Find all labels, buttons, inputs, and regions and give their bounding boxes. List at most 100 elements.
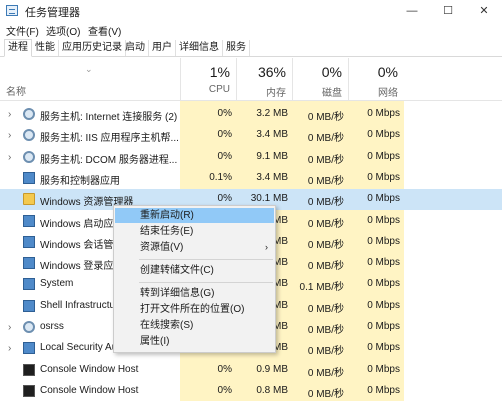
ctx-end-task[interactable]: 结束任务(E) xyxy=(115,224,274,239)
process-memory: 9.1 MB xyxy=(256,150,288,162)
cpu-total: 1% xyxy=(209,64,230,80)
process-memory: 3.4 MB xyxy=(256,129,288,141)
process-network: 0 Mbps xyxy=(367,342,400,354)
process-name: Local Security Au xyxy=(40,342,118,354)
process-cpu: 0.1% xyxy=(209,171,232,183)
ctx-go-to-details[interactable]: 转到详细信息(G) xyxy=(115,286,274,301)
process-cpu: 0% xyxy=(217,150,232,162)
process-cpu: 0% xyxy=(217,193,232,205)
process-disk: 0 MB/秒 xyxy=(307,261,344,273)
ctx-search-online[interactable]: 在线搜索(S) xyxy=(115,318,274,333)
app-icon xyxy=(23,235,35,248)
ctx-resource-values[interactable]: 资源值(V) › xyxy=(115,240,274,255)
expand-chevron-icon[interactable]: › xyxy=(8,152,11,163)
process-name: Console Window Host xyxy=(40,384,139,396)
ctx-item-label: 重新启动(R) xyxy=(140,210,194,221)
tab-bar: 进程 性能 应用历史记录 启动 用户 详细信息 服务 xyxy=(0,38,502,57)
app-icon xyxy=(23,299,35,312)
ctx-item-label: 结束任务(E) xyxy=(140,226,194,237)
menu-options[interactable]: 选项(O) xyxy=(46,23,80,38)
menu-view[interactable]: 查看(V) xyxy=(88,23,121,38)
expand-chevron-icon[interactable]: › xyxy=(8,109,11,120)
process-disk: 0 MB/秒 xyxy=(307,175,344,187)
app-icon xyxy=(23,278,35,291)
process-name: 服务主机: Internet 连接服务 (2) xyxy=(40,112,178,123)
column-network[interactable]: 0% 网络 xyxy=(348,58,404,100)
process-disk: 0 MB/秒 xyxy=(307,367,344,379)
app-icon xyxy=(23,171,35,184)
tab-details[interactable]: 详细信息 xyxy=(176,40,223,56)
expand-chevron-icon[interactable]: › xyxy=(8,130,11,141)
task-manager-icon xyxy=(6,5,18,16)
process-name: Shell Infrastructu xyxy=(40,299,116,311)
process-name: Console Window Host xyxy=(40,363,139,375)
process-disk: 0 MB/秒 xyxy=(307,112,344,123)
tab-users[interactable]: 用户 xyxy=(149,40,176,56)
gear-icon xyxy=(23,129,35,142)
ctx-item-label: 属性(I) xyxy=(140,336,170,347)
process-network: 0 Mbps xyxy=(367,278,400,290)
process-memory: 0.8 MB xyxy=(256,384,288,396)
menu-file[interactable]: 文件(F) xyxy=(6,23,39,38)
expand-chevron-icon[interactable]: › xyxy=(8,322,11,333)
menu-bar: 文件(F) 选项(O) 查看(V) xyxy=(0,22,502,38)
process-row[interactable]: Console Window Host 0% 0.8 MB 0 MB/秒 0 Mbps xyxy=(0,381,502,402)
ctx-item-label: 资源值(V) xyxy=(140,242,184,253)
gear-icon xyxy=(23,108,35,120)
close-button[interactable]: ✕ xyxy=(466,0,502,22)
process-network: 0 Mbps xyxy=(367,214,400,226)
app-icon xyxy=(23,257,35,270)
ctx-create-dump[interactable]: 创建转储文件(C) xyxy=(115,263,274,278)
column-cpu[interactable]: 1% CPU xyxy=(180,58,236,100)
ctx-item-label: 转到详细信息(G) xyxy=(140,288,215,299)
network-label: 网络 xyxy=(378,88,398,99)
ctx-open-file-location[interactable]: 打开文件所在的位置(O) xyxy=(115,302,274,317)
process-name: osrss xyxy=(40,321,64,332)
process-name: System xyxy=(40,278,74,290)
memory-label: 内存 xyxy=(266,88,286,99)
process-network: 0 Mbps xyxy=(367,299,400,311)
gear-icon xyxy=(23,150,35,163)
column-name[interactable]: 名称 xyxy=(6,83,26,98)
ctx-separator xyxy=(139,282,273,283)
window-title: 任务管理器 xyxy=(25,7,80,19)
cpu-label: CPU xyxy=(208,84,230,95)
network-total: 0% xyxy=(377,64,398,80)
process-row[interactable]: › 服务主机: IIS 应用程序主机帮... 0% 3.4 MB 0 MB/秒 0 Mbp… xyxy=(0,125,502,146)
column-disk[interactable]: 0% 磁盘 xyxy=(292,58,348,100)
process-name: Windows 会话管理 xyxy=(40,239,124,251)
ctx-restart[interactable]: 重新启动(R) xyxy=(115,208,274,223)
process-name: 服务和控制器应用 xyxy=(40,175,120,187)
ctx-item-label: 创建转储文件(C) xyxy=(140,265,214,276)
process-network: 0 Mbps xyxy=(367,108,400,119)
process-disk: 0.1 MB/秒 xyxy=(299,282,344,294)
process-network: 0 Mbps xyxy=(367,384,400,396)
ctx-properties[interactable]: 属性(I) xyxy=(115,334,274,349)
process-disk: 0 MB/秒 xyxy=(307,303,344,315)
title-bar: 任务管理器 — ☐ ✕ xyxy=(0,0,502,22)
process-row[interactable]: › 服务主机: Internet 连接服务 (2) 0% 3.2 MB 0 MB/秒 0 … xyxy=(0,104,502,125)
process-cpu: 0% xyxy=(217,129,232,141)
tab-startup[interactable]: 启动 xyxy=(122,40,149,56)
tab-services[interactable]: 服务 xyxy=(223,40,250,56)
column-memory[interactable]: 36% 内存 xyxy=(236,58,292,100)
process-row[interactable]: Console Window Host 0% 0.9 MB 0 MB/秒 0 Mbps xyxy=(0,360,502,381)
process-memory: 0.9 MB xyxy=(256,363,288,375)
process-row[interactable]: › 服务主机: DCOM 服务器进程... 0% 9.1 MB 0 MB/秒 0 Mbps xyxy=(0,147,502,168)
context-menu: 重新启动(R) 结束任务(E) 资源值(V) › 创建转储文件(C) 转到详细信息(G) 打… xyxy=(113,205,276,353)
memory-total: 36% xyxy=(257,64,286,80)
process-cpu: 0% xyxy=(217,108,232,119)
ctx-item-label: 在线搜索(S) xyxy=(140,320,194,331)
process-disk: 0 MB/秒 xyxy=(307,154,344,166)
process-network: 0 Mbps xyxy=(367,171,400,183)
minimize-button[interactable]: — xyxy=(394,0,430,22)
ctx-separator xyxy=(139,259,273,260)
tab-app-history[interactable]: 应用历史记录 xyxy=(59,40,126,56)
process-network: 0 Mbps xyxy=(367,150,400,162)
tab-processes[interactable]: 进程 xyxy=(4,39,32,57)
tab-performance[interactable]: 性能 xyxy=(32,40,59,56)
process-row[interactable]: 服务和控制器应用 0.1% 3.4 MB 0 MB/秒 0 Mbps xyxy=(0,168,502,189)
expand-chevron-icon[interactable]: › xyxy=(8,343,11,354)
maximize-button[interactable]: ☐ xyxy=(430,0,466,22)
process-disk: 0 MB/秒 xyxy=(307,346,344,358)
